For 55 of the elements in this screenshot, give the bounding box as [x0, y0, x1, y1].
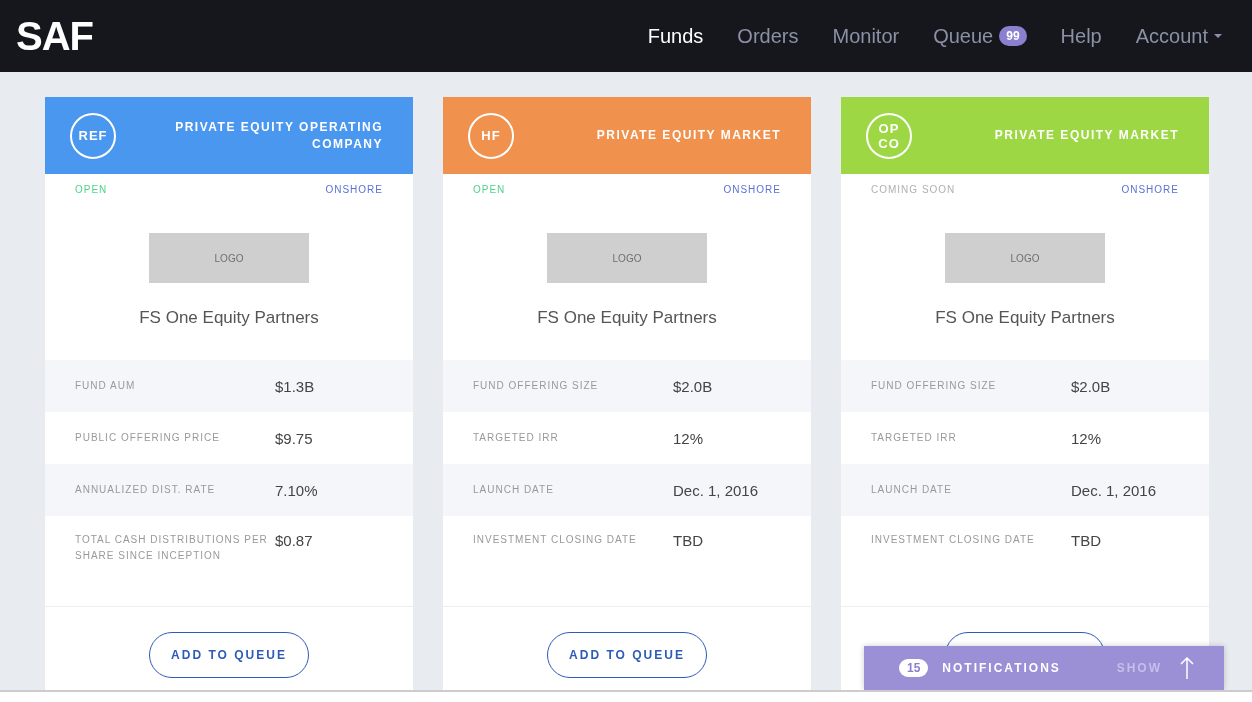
region-label: ONSHORE: [723, 184, 781, 195]
up-arrow-icon[interactable]: [1180, 657, 1194, 679]
nav-link[interactable]: Queue 99: [919, 18, 1041, 54]
stat-value: Dec. 1, 2016: [1071, 481, 1157, 499]
stat-value: 7.10%: [275, 481, 318, 499]
status-label: OPEN: [473, 184, 506, 195]
nav-link[interactable]: Monitor: [818, 18, 914, 54]
status-label: OPEN: [75, 184, 108, 195]
fund-name: FS One Equity Partners: [934, 308, 1116, 328]
stat-label: TARGETED IRR: [871, 431, 958, 445]
status-label: COMING SOON: [871, 184, 956, 195]
brand-logo: SAF: [16, 13, 93, 59]
nav-link[interactable]: Account: [1121, 18, 1236, 54]
stat-value: $9.75: [275, 429, 313, 447]
region-label: ONSHORE: [325, 184, 383, 195]
stat-label: LAUNCH DATE: [871, 483, 953, 497]
stat-label: FUND OFFERING SIZE: [473, 379, 600, 393]
stat-value: TBD: [1071, 532, 1101, 549]
stat-value: $2.0B: [673, 377, 713, 395]
add-to-queue-button[interactable]: ADD TO QUEUE: [149, 632, 309, 678]
stat-label: INVESTMENT CLOSING DATE: [871, 533, 1036, 547]
add-to-queue-button[interactable]: ADD TO QUEUE: [547, 632, 707, 678]
stat-label: ANNUALIZED DIST. RATE: [75, 483, 217, 497]
stat-label: TARGETED IRR: [473, 431, 560, 445]
count-badge: 15: [899, 659, 929, 677]
stat-label: LAUNCH DATE: [473, 483, 555, 497]
fund-type: PRIVATE EQUITY MARKET: [994, 127, 1179, 144]
nav-link[interactable]: Orders: [723, 18, 813, 54]
stat-value: TBD: [673, 532, 703, 549]
stat-label: FUND OFFERING SIZE: [871, 379, 998, 393]
stat-label: INVESTMENT CLOSING DATE: [473, 533, 638, 547]
fund-code-icon: HF: [468, 112, 514, 159]
logo-text: LOGO: [1010, 252, 1040, 264]
nav-link[interactable]: Help: [1046, 18, 1116, 54]
logo-text: LOGO: [214, 252, 244, 264]
stat-value: $1.3B: [275, 377, 315, 395]
nav-link[interactable]: Funds: [633, 18, 718, 54]
stat-value: $0.87: [275, 532, 313, 549]
stat-label: PUBLIC OFFERING PRICE: [75, 431, 221, 445]
count-badge: 99: [999, 26, 1027, 46]
notifications-label: NOTIFICATIONS: [942, 661, 1061, 675]
stat-value: Dec. 1, 2016: [673, 481, 759, 499]
stat-label: FUND AUM: [75, 379, 137, 393]
stat-value: $2.0B: [1071, 377, 1111, 395]
logo-text: LOGO: [612, 252, 642, 264]
fund-code-icon: OP CO: [866, 112, 912, 159]
stat-value: 12%: [673, 429, 704, 447]
fund-code-icon: REF: [70, 112, 116, 159]
fund-type: PRIVATE EQUITY OPERATING COMPANY: [174, 118, 383, 153]
stat-label: TOTAL CASH DISTRIBUTIONS PER SHARE SINCE INCEPTION: [75, 533, 269, 563]
fund-type: PRIVATE EQUITY MARKET: [596, 127, 781, 144]
stat-value: 12%: [1071, 429, 1102, 447]
fund-name: FS One Equity Partners: [138, 308, 320, 328]
region-label: ONSHORE: [1121, 184, 1179, 195]
fund-name: FS One Equity Partners: [536, 308, 718, 328]
